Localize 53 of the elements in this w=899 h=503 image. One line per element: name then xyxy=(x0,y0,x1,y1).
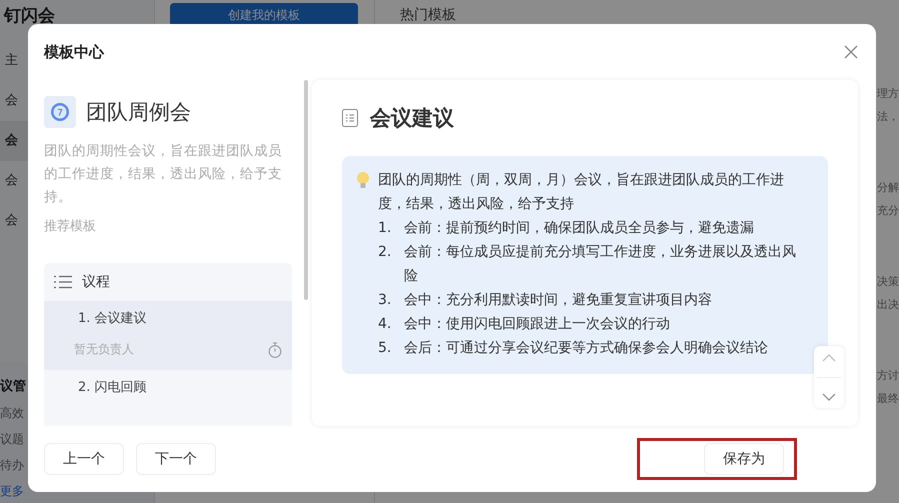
clock-badge-icon: 7 xyxy=(44,96,76,128)
section-title: 热门模板 xyxy=(400,6,457,25)
card-text: 法， xyxy=(877,109,899,124)
agenda-item[interactable]: 1. 会议建议 暂无负责人 xyxy=(44,301,292,370)
previous-button[interactable]: 上一个 xyxy=(44,443,124,475)
step-text: 会中：充分利用默读时间，避免重复宣讲项目内容 xyxy=(404,291,712,310)
panel-text: 待办 xyxy=(0,457,24,474)
panel-text: 高效 xyxy=(0,405,24,422)
scrollbar-thumb[interactable] xyxy=(304,80,308,300)
card-text: 出决 xyxy=(877,297,899,312)
step-text: 会前：每位成员应提前充分填写工作进度，业务进展以及透出风险 xyxy=(404,243,797,286)
step-text: 会中：使用闪电回顾跟进上一次会议的行动 xyxy=(404,315,670,334)
card-text: 分解 xyxy=(877,180,899,195)
card-text: 充分 xyxy=(877,203,899,218)
step-number: 2. xyxy=(378,243,392,262)
agenda-title: 议程 xyxy=(82,273,110,291)
save-as-button[interactable]: 保存为 xyxy=(704,443,784,475)
agenda-item-title: 2. 闪电回顾 xyxy=(78,379,147,396)
template-card[interactable]: 分解 充分 xyxy=(877,180,899,218)
dialog-title: 模板中心 xyxy=(44,42,104,62)
template-card[interactable]: 方讨 最终 xyxy=(877,368,899,406)
step-number: 1. xyxy=(378,219,392,238)
step-number: 5. xyxy=(378,339,392,358)
owner-text: 暂无负责人 xyxy=(74,341,134,358)
next-button[interactable]: 下一个 xyxy=(136,443,216,475)
template-name: 团队周例会 xyxy=(86,99,191,126)
content-heading: 会议建议 xyxy=(370,105,454,132)
recommend-label: 推荐模板 xyxy=(44,218,97,235)
app-title: 钉闪会 xyxy=(2,5,56,28)
agenda-item-title: 1. 会议建议 xyxy=(78,310,147,327)
step-number: 4. xyxy=(378,315,392,334)
card-text: 最终 xyxy=(877,391,899,406)
lightbulb-icon xyxy=(356,171,370,191)
panel-text: 议题 xyxy=(0,431,24,448)
list-icon xyxy=(54,275,72,289)
close-icon[interactable] xyxy=(844,45,858,59)
timer-icon[interactable] xyxy=(268,342,282,358)
more-link[interactable]: 更多 xyxy=(0,483,24,500)
card-text: 理方 xyxy=(877,86,899,101)
template-card[interactable]: 理方 法， xyxy=(877,86,899,124)
card-text: 决策 xyxy=(877,274,899,289)
chevron-up-icon[interactable] xyxy=(822,354,836,362)
agenda-item[interactable]: 2. 闪电回顾 xyxy=(44,370,292,404)
step-text: 会前：提前预约时间，确保团队成员全员参与，避免遗漏 xyxy=(404,219,754,238)
document-icon xyxy=(342,109,358,127)
tip-text: 团队的周期性（周，双周，月）会议，旨在跟进团队成员的工作进度，结果，透出风险，给予支持 xyxy=(378,171,785,214)
step-text: 会后：可通过分享会议纪要等方式确保参会人明确会议结论 xyxy=(404,339,768,358)
template-card[interactable]: 决策 出决 xyxy=(877,274,899,312)
step-number: 3. xyxy=(378,291,392,310)
card-text: 方讨 xyxy=(877,368,899,383)
chevron-down-icon[interactable] xyxy=(822,392,836,400)
panel-title: 议管 xyxy=(0,378,26,396)
template-description: 团队的周期性会议，旨在跟进团队成员的工作进度，结果，透出风险，给予支持。 xyxy=(44,142,283,207)
